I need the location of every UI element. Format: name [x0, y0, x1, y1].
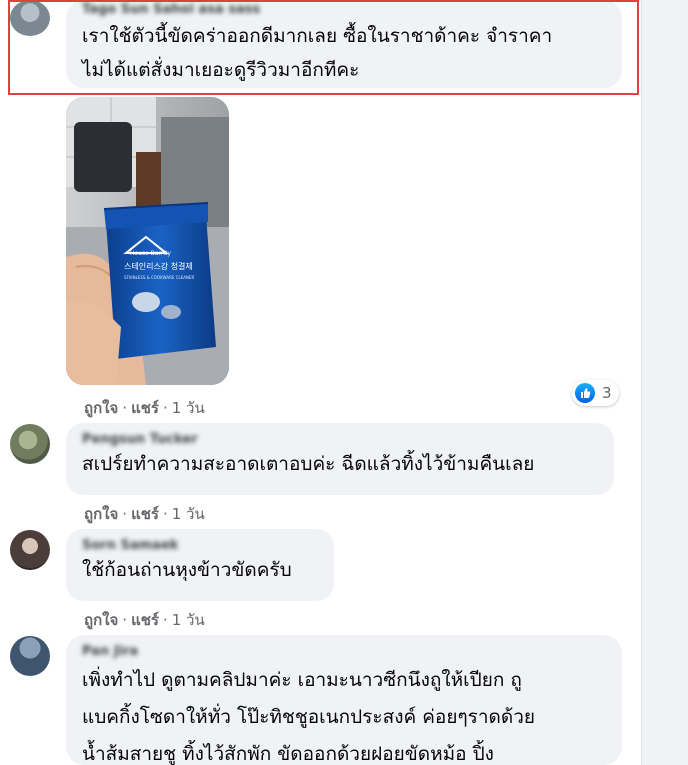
- comment-text-line: แบคกิ้งโซดาให้ทั่ว โป๊ะทิชชูอเนกประสงค์ …: [82, 706, 536, 728]
- separator: ·: [122, 399, 128, 417]
- reply-link[interactable]: แชร์: [131, 399, 159, 417]
- comment-actions: ถูกใจ · แชร์ · 1 วัน: [84, 502, 205, 526]
- separator: ·: [122, 611, 128, 629]
- avatar[interactable]: [10, 636, 50, 676]
- photo-image: House Barrity 스테인리스강 청결제 STAINLESS & COO…: [66, 97, 229, 385]
- avatar[interactable]: [10, 530, 50, 570]
- highlight-box: [8, 0, 639, 95]
- like-link[interactable]: ถูกใจ: [84, 399, 118, 417]
- comment-text-line: สเปร์ยทำความสะอาดเตาอบค่ะ ฉีดแล้วทิ้งไว้…: [82, 453, 535, 475]
- comment-bubble-4: Pan Jira เพิ่งทำไป ดูตามคลิปมาค่ะ เอามะน…: [66, 635, 622, 765]
- photo-product: STAINLESS & COOKWARE CLEANER: [124, 275, 195, 280]
- comment-actions: ถูกใจ · แชร์ · 1 วัน: [84, 396, 205, 420]
- comment-author[interactable]: Sorn Samaek: [82, 538, 318, 553]
- timestamp[interactable]: 1 วัน: [172, 611, 205, 629]
- like-link[interactable]: ถูกใจ: [84, 505, 118, 523]
- like-icon: [575, 383, 595, 403]
- separator: ·: [122, 505, 128, 523]
- comment-photo[interactable]: House Barrity 스테인리스강 청결제 STAINLESS & COO…: [66, 97, 229, 385]
- comment-bubble-2: Pengsun Tucker สเปร์ยทำความสะอาดเตาอบค่ะ…: [66, 423, 614, 495]
- reply-link[interactable]: แชร์: [131, 611, 159, 629]
- comment-bubble-3: Sorn Samaek ใช้ก้อนถ่านหุงข้าวขัดครับ: [66, 529, 334, 601]
- timestamp[interactable]: 1 วัน: [172, 505, 205, 523]
- comment-text-line: น้ำส้มสายชู ทิ้งไว้สักพัก ขัดออกด้วยฝอยข…: [82, 743, 494, 765]
- reaction-count: 3: [602, 384, 612, 402]
- separator: ·: [162, 611, 168, 629]
- reply-link[interactable]: แชร์: [131, 505, 159, 523]
- separator: ·: [162, 399, 168, 417]
- timestamp[interactable]: 1 วัน: [172, 399, 205, 417]
- photo-brand: House Barrity: [130, 250, 171, 257]
- like-link[interactable]: ถูกใจ: [84, 611, 118, 629]
- comment-text-line: เพิ่งทำไป ดูตามคลิปมาค่ะ เอามะนาวซีกนึงถ…: [82, 669, 522, 691]
- photo-korean: 스테인리스강 청결제: [124, 261, 193, 271]
- comment-actions: ถูกใจ · แชร์ · 1 วัน: [84, 608, 205, 632]
- comment-author[interactable]: Pengsun Tucker: [82, 432, 598, 447]
- comment-author[interactable]: Pan Jira: [82, 644, 606, 659]
- right-scroll-strip: [641, 0, 688, 765]
- comment-text-line: ใช้ก้อนถ่านหุงข้าวขัดครับ: [82, 559, 292, 581]
- avatar[interactable]: [10, 424, 50, 464]
- separator: ·: [162, 505, 168, 523]
- reaction-count-pill[interactable]: 3: [572, 380, 619, 406]
